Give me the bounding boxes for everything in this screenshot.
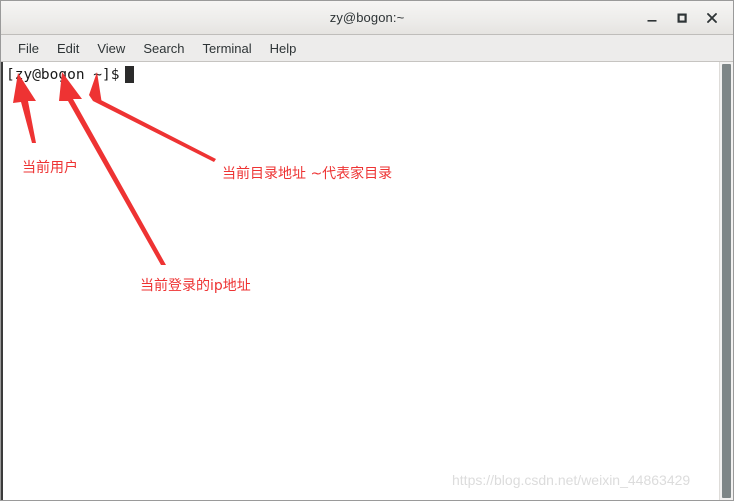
- terminal-scrollbar[interactable]: [719, 62, 733, 500]
- menu-item-file[interactable]: File: [9, 39, 48, 58]
- scrollbar-thumb[interactable]: [722, 64, 731, 498]
- terminal-cursor: [124, 66, 134, 83]
- menu-item-help[interactable]: Help: [261, 39, 306, 58]
- maximize-icon: [675, 11, 689, 25]
- terminal-prompt-line: [zy@bogon ~]$: [6, 66, 134, 83]
- menu-bar: File Edit View Search Terminal Help: [1, 35, 733, 62]
- watermark: https://blog.csdn.net/weixin_44863429: [452, 472, 691, 488]
- menu-item-view[interactable]: View: [88, 39, 134, 58]
- menu-item-edit[interactable]: Edit: [48, 39, 88, 58]
- terminal-prompt-text: [zy@bogon ~]$: [6, 66, 120, 83]
- menu-item-terminal[interactable]: Terminal: [194, 39, 261, 58]
- close-icon: [705, 11, 719, 25]
- title-bar[interactable]: zy@bogon:~: [1, 1, 733, 35]
- window-title: zy@bogon:~: [329, 10, 405, 25]
- minimize-button[interactable]: [637, 3, 667, 33]
- terminal-content-area[interactable]: [zy@bogon ~]$: [1, 62, 733, 500]
- close-button[interactable]: [697, 3, 727, 33]
- terminal-window: zy@bogon:~ File Edit View Search Termina…: [0, 0, 734, 501]
- maximize-button[interactable]: [667, 3, 697, 33]
- minimize-icon: [645, 11, 659, 25]
- menu-item-search[interactable]: Search: [134, 39, 193, 58]
- window-controls: [637, 1, 727, 34]
